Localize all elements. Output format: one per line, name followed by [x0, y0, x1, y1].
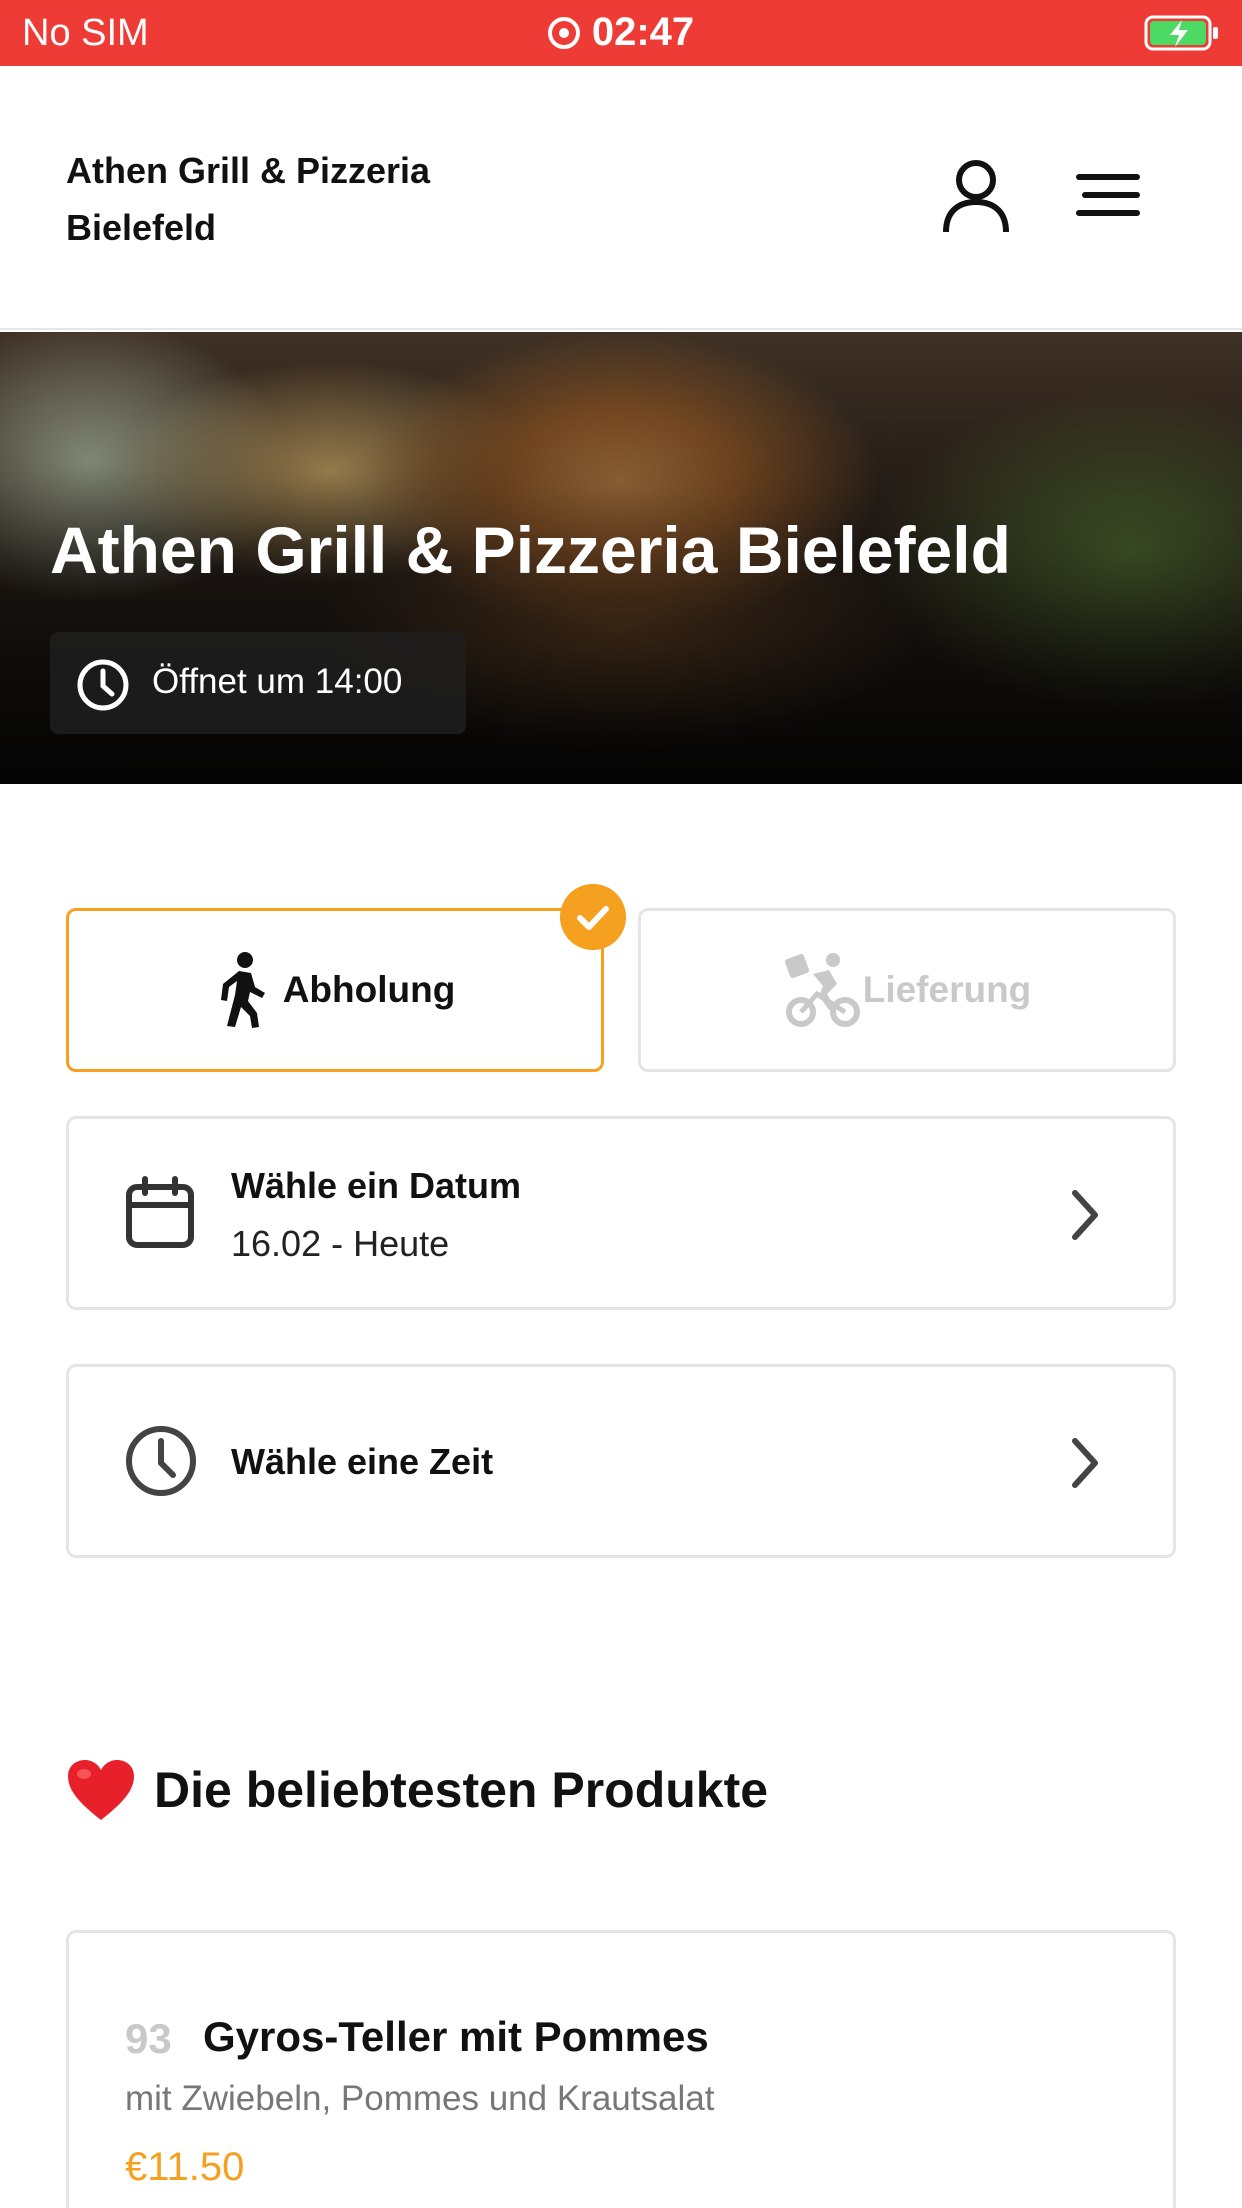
selected-check-icon — [560, 884, 626, 950]
user-icon[interactable] — [940, 158, 1012, 234]
delivery-label: Lieferung — [862, 969, 1032, 1010]
heart-icon — [68, 1760, 134, 1820]
menu-icon[interactable] — [1076, 172, 1140, 218]
status-time-group: 02:47 — [0, 10, 1242, 55]
delivery-option-button[interactable]: Lieferung — [638, 908, 1176, 1072]
popular-section-heading: Die beliebtesten Produkte — [66, 1758, 768, 1822]
status-bar: No SIM 02:47 — [0, 0, 1242, 66]
screen-record-icon — [547, 17, 580, 49]
clock-icon — [77, 659, 129, 711]
time-selector[interactable]: Wähle eine Zeit — [66, 1364, 1176, 1558]
product-number: 93 — [125, 2015, 172, 2062]
delivery-bike-icon — [784, 953, 860, 1027]
product-card[interactable]: 93 Gyros-Teller mit Pommes mit Zwiebeln,… — [66, 1930, 1176, 2208]
status-time: 02:47 — [591, 10, 695, 54]
date-selector-title: Wähle ein Datum — [231, 1165, 522, 1206]
popular-section-title: Die beliebtesten Produkte — [154, 1762, 769, 1818]
product-price: €11.50 — [125, 2145, 245, 2189]
opening-time-badge: Öffnet um 14:00 — [50, 632, 466, 734]
date-selector-value: 16.02 - Heute — [231, 1223, 450, 1264]
date-selector[interactable]: Wähle ein Datum 16.02 - Heute — [66, 1116, 1176, 1310]
opening-time-text: Öffnet um 14:00 — [152, 662, 403, 701]
clock-icon — [126, 1426, 196, 1496]
app-header: Athen Grill & Pizzeria Bielefeld — [0, 66, 1242, 330]
chevron-right-icon — [1072, 1190, 1098, 1240]
walking-person-icon — [220, 952, 265, 1028]
calendar-icon — [126, 1176, 194, 1248]
time-selector-title: Wähle eine Zeit — [231, 1441, 494, 1482]
pickup-label: Abholung — [282, 969, 456, 1010]
hero-banner: Athen Grill & Pizzeria Bielefeld Öffnet … — [0, 332, 1242, 784]
restaurant-title: Athen Grill & Pizzeria Bielefeld — [50, 513, 1011, 587]
product-name: Gyros-Teller mit Pommes — [203, 2013, 709, 2060]
chevron-right-icon — [1072, 1438, 1098, 1488]
pickup-option-button[interactable]: Abholung — [66, 908, 604, 1072]
battery-charging-icon — [1144, 15, 1218, 51]
brand-name[interactable]: Athen Grill & Pizzeria Bielefeld — [66, 142, 446, 256]
product-description: mit Zwiebeln, Pommes und Krautsalat — [125, 2079, 715, 2118]
